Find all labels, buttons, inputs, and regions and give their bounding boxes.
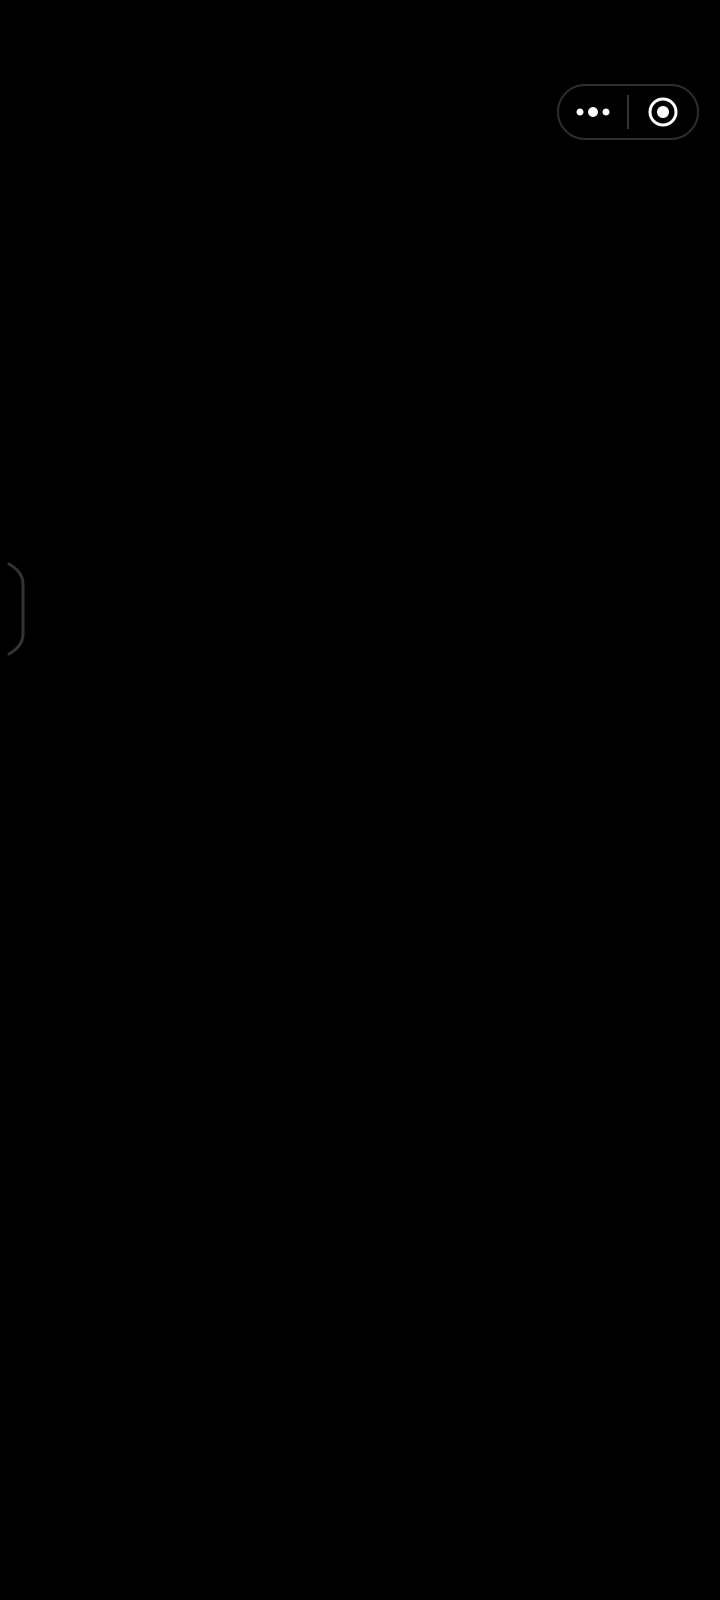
side-drawer-handle[interactable] bbox=[0, 562, 26, 656]
mini-program-capsule bbox=[557, 84, 699, 140]
app-screen bbox=[0, 0, 720, 1600]
target-circle-icon bbox=[648, 97, 678, 127]
edge-bracket-icon bbox=[7, 562, 25, 656]
more-dots-icon bbox=[576, 107, 610, 117]
more-button[interactable] bbox=[559, 86, 627, 138]
close-button[interactable] bbox=[629, 86, 697, 138]
